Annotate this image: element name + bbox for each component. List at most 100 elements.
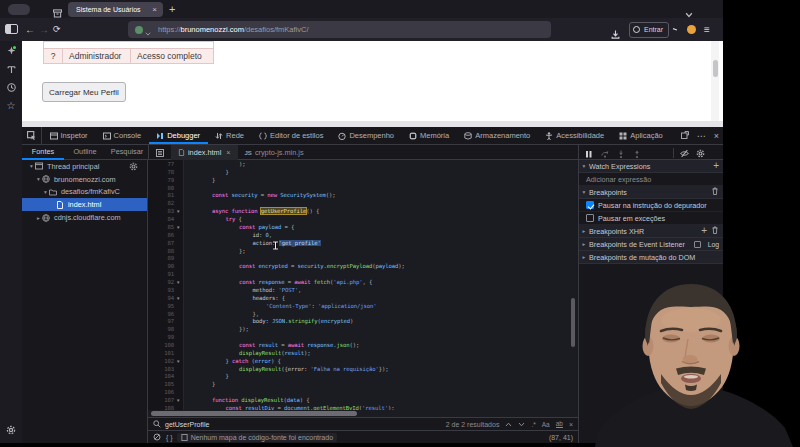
section-breakpoints[interactable]: ▾Breakpoints — [579, 186, 723, 199]
code-line-84[interactable]: 84try { — [148, 216, 578, 224]
code-line-81[interactable]: 81const security = new SecuritySystem(); — [148, 192, 578, 200]
code-line-94[interactable]: 94▼headers: { — [148, 295, 578, 303]
code-line-107[interactable]: 107▼function displayResult(data) { — [148, 397, 578, 405]
devtools-tab-inspetor[interactable]: Inspetor — [42, 127, 95, 144]
search-query[interactable]: getUserProfile — [165, 421, 209, 428]
code-line-80[interactable]: 80 — [148, 185, 578, 193]
whole-word-toggle-icon[interactable]: ab — [556, 420, 563, 428]
code-line-102[interactable]: 102▼} catch (error) { — [148, 358, 578, 366]
code-line-104[interactable]: 104} — [148, 373, 578, 381]
ignore-exceptions-icon[interactable] — [680, 144, 689, 162]
sidebar-toggle-icon[interactable] — [5, 24, 18, 34]
responsive-mode-icon[interactable] — [681, 131, 689, 141]
reload-button[interactable]: ⟳ — [53, 18, 61, 41]
code-line-87[interactable]: 87action: 'get_profile' — [148, 240, 578, 248]
code-line-101[interactable]: 101displayResult(result); — [148, 350, 578, 358]
pick-element-icon[interactable] — [22, 127, 42, 144]
fold-arrow-icon[interactable]: ▼ — [176, 224, 184, 232]
page-scrollbar[interactable] — [711, 41, 719, 121]
close-search-icon[interactable]: × — [569, 421, 573, 428]
code-line-96[interactable]: 96}, — [148, 311, 578, 319]
menu-icon[interactable]: ≡ — [704, 18, 710, 41]
devtools-tab-acessibilidade[interactable]: Acessibilidade — [538, 127, 612, 144]
load-profile-button[interactable]: Carregar Meu Perfil — [42, 82, 126, 102]
fold-arrow-icon[interactable]: ▼ — [176, 208, 184, 216]
tree-item-thread-principal[interactable]: ▾Thread principal — [22, 160, 147, 173]
fold-arrow-icon[interactable]: ▼ — [176, 358, 184, 366]
editor-vscrollbar-thumb[interactable] — [571, 298, 575, 347]
editor-hscrollbar-thumb[interactable] — [151, 411, 357, 416]
editor-hscrollbar[interactable] — [148, 410, 578, 417]
section-dom-breakpoints[interactable]: ▸Breakpoints de mutação do DOM — [579, 251, 723, 264]
close-devtools-icon[interactable]: × — [714, 131, 719, 141]
debugger-settings-gear-icon[interactable] — [696, 144, 705, 162]
close-tab-icon[interactable]: × — [226, 148, 230, 157]
pause-debugger-row[interactable]: Pausar na instrução do depurador — [579, 199, 723, 212]
pause-icon[interactable] — [585, 144, 593, 162]
bookmarks-toolbar-icon[interactable] — [0, 65, 22, 76]
devtools-tab-armazenamento[interactable]: Armazenamento — [457, 127, 538, 144]
code-line-103[interactable]: 103displayResult({error: 'Falha na requi… — [148, 366, 578, 374]
code-line-83[interactable]: 83▼async function getUserProfile() { — [148, 208, 578, 216]
signin-button[interactable]: Entrar — [629, 22, 669, 38]
devtools-tab-console[interactable]: Console — [95, 127, 149, 144]
new-tab-button[interactable]: + — [169, 2, 175, 17]
step-in-icon[interactable] — [617, 144, 625, 162]
source-list-icon[interactable] — [149, 145, 171, 160]
watch-placeholder[interactable]: Adicionar expressão — [579, 173, 723, 186]
step-out-icon[interactable] — [633, 144, 641, 162]
code-line-106[interactable]: 106 — [148, 389, 578, 397]
tree-item-cdnjs-cloudflare-com[interactable]: ▸cdnjs.cloudflare.com — [22, 211, 147, 224]
code-line-91[interactable]: 91 — [148, 271, 578, 279]
settings-gear-icon[interactable] — [0, 425, 22, 437]
fold-arrow-icon[interactable]: ▼ — [176, 397, 184, 405]
sourcemap-status[interactable]: Nenhum mapa de código-fonte foi encontra… — [177, 433, 337, 442]
sources-tab-pesquisar[interactable]: Pesquisar — [106, 145, 148, 160]
code-line-93[interactable]: 93method: 'POST', — [148, 287, 578, 295]
code-editor[interactable]: 77);78}79}8081const security = new Secur… — [148, 160, 578, 410]
code-line-92[interactable]: 92▼const response = await fetch('api.php… — [148, 279, 578, 287]
devtools-tab-memória[interactable]: Memória — [402, 127, 457, 144]
remove-xhr-icon[interactable] — [711, 226, 719, 236]
devtools-tab-editor-de-estilos[interactable]: Editor de estilos — [252, 127, 331, 144]
browser-tab[interactable]: Sistema de Usuários × — [68, 2, 163, 17]
extension-icon[interactable] — [668, 24, 678, 42]
code-line-98[interactable]: 98}); — [148, 326, 578, 334]
back-button[interactable]: ← — [25, 18, 35, 41]
code-line-100[interactable]: 100const result = await response.json(); — [148, 342, 578, 350]
ignore-source-icon[interactable] — [153, 433, 161, 441]
event-log-checkbox[interactable] — [694, 241, 701, 248]
tab-close-icon[interactable]: × — [152, 2, 157, 17]
code-line-85[interactable]: 85▼const payload = { — [148, 224, 578, 232]
pretty-print-icon[interactable]: { } — [166, 434, 173, 441]
fold-arrow-icon[interactable]: ▼ — [176, 295, 184, 303]
code-line-86[interactable]: 86id: 0, — [148, 232, 578, 240]
site-identity-icon[interactable] — [135, 26, 143, 34]
add-watch-icon[interactable]: + — [713, 161, 719, 171]
prev-result-icon[interactable] — [505, 422, 512, 427]
next-result-icon[interactable] — [518, 422, 525, 427]
sources-settings-gear-icon[interactable] — [129, 162, 141, 173]
section-event-breakpoints[interactable]: ▸Breakpoints de Event ListenerLog — [579, 238, 723, 251]
history-icon[interactable] — [0, 83, 22, 94]
code-line-89[interactable]: 89 — [148, 255, 578, 263]
extension-badge-icon[interactable] — [687, 25, 696, 34]
fold-arrow-icon[interactable]: ▼ — [176, 279, 184, 287]
pause-debugger-checkbox[interactable] — [586, 201, 594, 209]
window-controls[interactable] — [8, 4, 30, 15]
code-line-105[interactable]: 105} — [148, 381, 578, 389]
remove-breakpoints-icon[interactable] — [711, 187, 719, 197]
tree-item-desafios-fmkafivc[interactable]: ▾desafios/fmKafivC — [22, 186, 147, 199]
regex-toggle-icon[interactable]: .* — [531, 421, 535, 428]
code-line-97[interactable]: 97body: JSON.stringify(encrypted) — [148, 318, 578, 326]
code-line-88[interactable]: 88}; — [148, 248, 578, 256]
tree-item-brunomenozzi-com[interactable]: ▾brunomenozzi.com — [22, 173, 147, 186]
devtools-tab-debugger[interactable]: Debugger — [149, 127, 208, 144]
code-line-99[interactable]: 99 — [148, 334, 578, 342]
sources-tab-fontes[interactable]: Fontes — [22, 145, 64, 160]
code-line-77[interactable]: 77); — [148, 161, 578, 169]
page-scrollbar-thumb[interactable] — [713, 60, 718, 77]
section-watch-expressions[interactable]: ▾Watch Expressions+ — [579, 160, 723, 173]
add-xhr-icon[interactable]: + — [701, 226, 707, 236]
sources-tab-outline[interactable]: Outline — [64, 145, 106, 160]
